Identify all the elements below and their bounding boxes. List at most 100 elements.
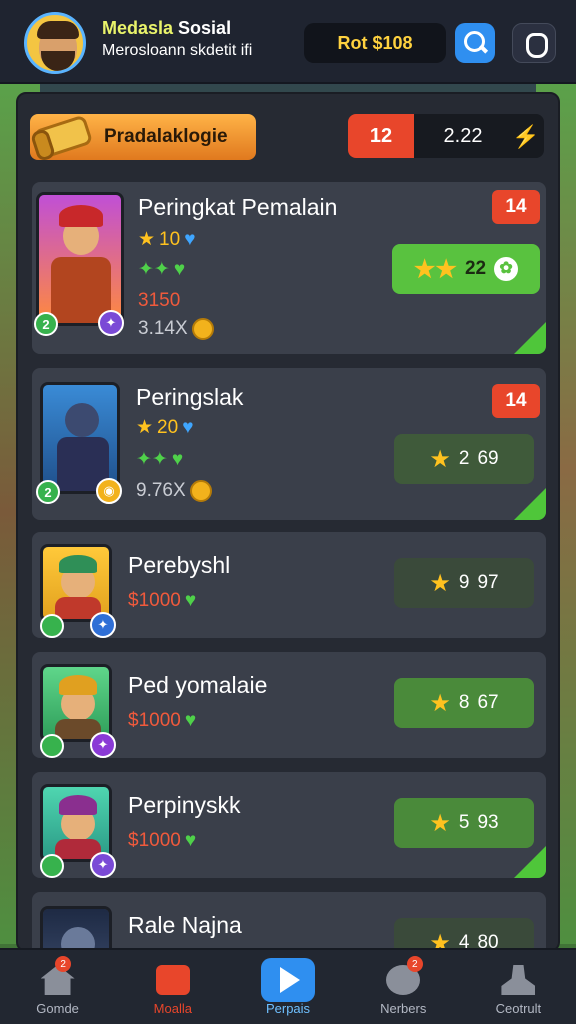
star-icon: ★ bbox=[429, 569, 451, 597]
score-box[interactable]: ★ 4 80 bbox=[394, 918, 534, 950]
bottom-navigation: 2 Gomde Moalla Perpais 2 Nerbers Ceotrul… bbox=[0, 948, 576, 1024]
level-badge: 2 bbox=[34, 312, 58, 336]
player-stars: ★ 10 ♥ bbox=[138, 228, 196, 251]
level-badge bbox=[40, 734, 64, 758]
leaderboard-row[interactable]: 2 ◉ Peringslak ★ 20 ♥ ✦✦ ♥ 9.76X 14 ★ 2 69 bbox=[32, 368, 546, 520]
nav-item-home[interactable]: 2 Gomde bbox=[0, 950, 115, 1024]
gear-icon: ✿ bbox=[494, 257, 519, 281]
scroll-icon bbox=[29, 108, 96, 164]
notification-badge: 2 bbox=[55, 956, 72, 972]
top-bar: Medasla Sosial Merosloann skdetit ifi Ro… bbox=[0, 0, 576, 84]
corner-flag bbox=[514, 488, 546, 520]
profile-avatar[interactable] bbox=[24, 12, 86, 74]
rank-badge: 14 bbox=[492, 384, 540, 418]
coin-icon bbox=[191, 318, 214, 340]
coin-badge-icon: ◉ bbox=[96, 478, 122, 504]
nav-label: Nerbers bbox=[380, 1001, 427, 1016]
player-portrait bbox=[40, 544, 112, 622]
heart-icon: ♥ bbox=[184, 228, 196, 250]
rank-badge: 14 bbox=[492, 190, 540, 224]
player-stars: ★ 20 ♥ bbox=[136, 416, 194, 439]
player-portrait bbox=[40, 784, 112, 862]
coin-balance[interactable]: Rot $108 bbox=[304, 23, 446, 63]
notification-badge: 2 bbox=[406, 956, 423, 972]
heart-icon: ♥ bbox=[171, 448, 184, 470]
player-hearts: ✦✦ ♥ bbox=[138, 258, 185, 281]
nav-label: Moalla bbox=[153, 1001, 192, 1016]
nav-item-shop[interactable]: Moalla bbox=[115, 950, 230, 1024]
leaderboard-row[interactable]: Rale Najna ★ 4 80 bbox=[32, 892, 546, 950]
player-gold: 3.14X bbox=[138, 318, 214, 340]
user-icon bbox=[501, 965, 536, 995]
app-title-rest: Sosial bbox=[173, 18, 232, 38]
event-timer: 12 2.22 ⚡ bbox=[348, 114, 544, 158]
app-title-highlight: Medasla bbox=[102, 18, 174, 38]
star-icon: ★★ bbox=[413, 255, 457, 283]
bag-icon bbox=[155, 965, 190, 995]
player-name: Rale Najna bbox=[128, 912, 242, 938]
star-icon: ★ bbox=[429, 689, 451, 717]
player-money: $1000 ♥ bbox=[128, 590, 197, 611]
score-box[interactable]: ★ 5 93 bbox=[394, 798, 534, 848]
gem-badge-icon: ✦ bbox=[98, 310, 124, 336]
gem-badge-icon: ✦ bbox=[90, 852, 116, 878]
heart-icon: ♥ bbox=[184, 710, 197, 731]
bolt-icon: ⚡ bbox=[512, 124, 540, 149]
level-badge bbox=[40, 614, 64, 638]
player-name: Perpinyskk bbox=[128, 792, 241, 818]
score-box[interactable]: ★ 8 67 bbox=[394, 678, 534, 728]
timer-value: 2.22 bbox=[443, 124, 483, 147]
player-portrait bbox=[36, 192, 124, 326]
score-box[interactable]: ★ 2 69 bbox=[394, 434, 534, 484]
gem-badge-icon: ✦ bbox=[90, 732, 116, 758]
heart-icon: ♥ bbox=[184, 590, 197, 611]
search-button[interactable] bbox=[455, 23, 495, 63]
star-icon: ★ bbox=[429, 809, 451, 837]
player-name: Peringslak bbox=[136, 384, 244, 410]
nav-item-profile[interactable]: Ceotrult bbox=[461, 950, 576, 1024]
level-badge: 2 bbox=[36, 480, 60, 504]
avatar-hair bbox=[37, 21, 79, 39]
shield-button[interactable] bbox=[512, 23, 556, 63]
heart-icon: ♥ bbox=[173, 258, 186, 280]
clover-icon: ✦✦ bbox=[136, 449, 168, 470]
nav-item-play[interactable]: Perpais bbox=[230, 950, 345, 1024]
star-icon: ★ bbox=[136, 417, 154, 438]
avatar-beard bbox=[41, 51, 75, 71]
player-money: 3150 bbox=[138, 290, 181, 311]
play-icon bbox=[271, 965, 305, 995]
nav-label: Gomde bbox=[36, 1001, 79, 1016]
corner-flag bbox=[514, 322, 546, 354]
clover-icon: ✦✦ bbox=[138, 259, 170, 280]
gem-badge-icon: ✦ bbox=[90, 612, 116, 638]
leaderboard-row[interactable]: ✦ Ped yomalaie $1000 ♥ ★ 8 67 bbox=[32, 652, 546, 758]
score-box[interactable]: ★ 9 97 bbox=[394, 558, 534, 608]
nav-item-members[interactable]: 2 Nerbers bbox=[346, 950, 461, 1024]
app-title: Medasla Sosial bbox=[102, 18, 231, 39]
star-icon: ★ bbox=[138, 229, 156, 250]
player-money: $1000 ♥ bbox=[128, 710, 197, 731]
player-portrait bbox=[40, 906, 112, 950]
app-subtitle: Merosloann skdetit ifi bbox=[102, 42, 253, 59]
leaderboard-panel: Pradalaklogie 12 2.22 ⚡ 2 ✦ Peringkat Pe… bbox=[16, 92, 560, 952]
star-icon: ★ bbox=[429, 445, 451, 473]
score-box[interactable]: ★★ 22 ✿ bbox=[392, 244, 540, 294]
player-name: Perebyshl bbox=[128, 552, 231, 578]
heart-icon: ♥ bbox=[184, 830, 197, 851]
level-badge bbox=[40, 854, 64, 878]
coin-icon bbox=[189, 480, 212, 502]
player-portrait bbox=[40, 664, 112, 742]
corner-flag bbox=[514, 846, 546, 878]
player-hearts: ✦✦ ♥ bbox=[136, 448, 183, 471]
leaderboard-row[interactable]: ✦ Perebyshl $1000 ♥ ★ 9 97 bbox=[32, 532, 546, 638]
nav-label: Ceotrult bbox=[495, 1001, 542, 1016]
timer-counter: 12 bbox=[348, 114, 414, 158]
leaderboard-row[interactable]: 2 ✦ Peringkat Pemalain ★ 10 ♥ ✦✦ ♥ 3150 3.1… bbox=[32, 182, 546, 354]
player-money: $1000 ♥ bbox=[128, 830, 197, 851]
heart-icon: ♥ bbox=[182, 416, 194, 438]
player-gold: 9.76X bbox=[136, 480, 212, 502]
player-name: Peringkat Pemalain bbox=[138, 194, 338, 220]
player-name: Ped yomalaie bbox=[128, 672, 268, 698]
nav-label: Perpais bbox=[265, 1001, 311, 1016]
leaderboard-row[interactable]: ✦ Perpinyskk $1000 ♥ ★ 5 93 bbox=[32, 772, 546, 878]
